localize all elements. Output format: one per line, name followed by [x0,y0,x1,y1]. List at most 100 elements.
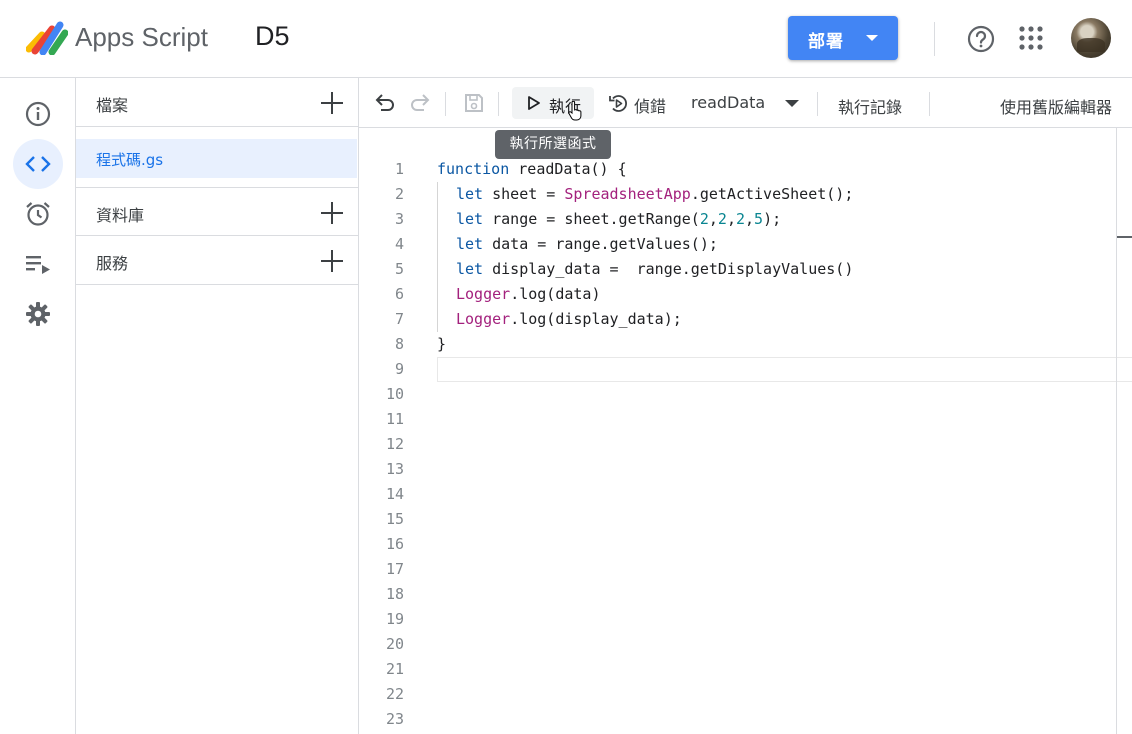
left-nav-rail [0,78,76,734]
line-number: 16 [385,535,404,553]
code-line[interactable] [437,357,1132,382]
line-number: 14 [385,485,404,503]
line-number: 4 [394,235,404,253]
function-select-value: readData [691,93,766,112]
code-token: data = range.getValues(); [483,235,718,253]
line-number: 18 [385,585,404,603]
info-icon [25,101,51,127]
libraries-section-header: 資料庫 [76,187,358,236]
line-number: 2 [394,185,404,203]
overview-nav-button[interactable] [13,89,63,139]
toolbar-divider [929,92,930,116]
line-number: 7 [394,310,404,328]
line-number: 8 [394,335,404,353]
code-token: function [437,160,510,178]
caret-down-icon [785,100,799,107]
line-number: 21 [385,660,404,678]
google-apps-grid-icon[interactable] [1019,26,1043,50]
apps-script-logo-icon[interactable] [26,19,68,55]
code-token: display_data = range.getDisplayValues() [483,260,854,278]
line-number: 3 [394,210,404,228]
triggers-nav-button[interactable] [13,189,63,239]
execution-log-button[interactable]: 執行記錄 [838,94,902,118]
code-token: ); [763,210,782,228]
add-service-plus-icon[interactable] [319,248,345,274]
gear-icon [26,302,50,326]
code-token: , [726,210,736,228]
playlist-play-icon [26,256,50,274]
code-token: .log(data) [510,285,601,303]
debug-button[interactable]: 偵錯 [605,87,673,119]
files-panel: 檔案 程式碼.gs 資料庫 服務 [76,78,359,734]
line-number: 20 [385,635,404,653]
redo-icon[interactable] [409,92,431,114]
code-token: , [745,210,755,228]
code-token: 5 [754,210,764,228]
code-token: range = sheet.getRange( [483,210,700,228]
function-select-dropdown[interactable]: readData [685,87,807,119]
code-token: let [456,185,484,203]
line-number: 6 [394,285,404,303]
file-item-code-gs[interactable]: 程式碼.gs [76,139,357,178]
overview-ruler-marker [1117,236,1132,238]
code-token: 2 [717,210,727,228]
help-icon[interactable] [966,24,996,54]
code-token: 2 [699,210,709,228]
deploy-button[interactable]: 部署 [788,16,898,60]
line-number: 13 [385,460,404,478]
code-line[interactable]: let range = sheet.getRange(2,2,2,5); [437,207,1132,232]
code-token: let [456,235,484,253]
app-header: Apps Script D5 部署 [0,0,1132,78]
executions-nav-button[interactable] [13,239,63,289]
code-token: Logger [456,285,511,303]
hand-pointer-cursor-icon [568,101,582,121]
files-section-header: 檔案 [76,78,358,127]
editor-toolbar: 執行 偵錯 readData 執行記錄 使用舊版編輯器 [359,78,1132,128]
editor-scrollbar-track[interactable] [1116,128,1117,734]
code-token: readData() { [509,160,627,178]
debug-icon [609,95,627,112]
files-section-title: 檔案 [96,96,129,115]
line-number: 22 [385,685,404,703]
line-number: 9 [394,360,404,378]
code-line[interactable]: let display_data = range.getDisplayValue… [437,257,1132,282]
settings-nav-button[interactable] [13,289,63,339]
code-token: .log(display_data); [510,310,682,328]
code-token: } [437,335,447,353]
run-tooltip: 執行所選函式 [495,130,611,159]
code-brackets-icon [25,156,51,172]
line-number: 23 [385,710,404,728]
line-number-gutter: 1 2 3 4 5 6 7 8 9 10 11 12 13 14 15 16 17 18 19 20 21 22 23 [359,157,404,732]
code-area[interactable]: function readData() {let sheet = Spreads… [437,157,1132,382]
app-name: Apps Script [75,22,208,52]
line-number: 12 [385,435,404,453]
code-line[interactable]: let data = range.getValues(); [437,232,1132,257]
undo-icon[interactable] [374,92,396,114]
save-icon[interactable] [463,92,485,114]
toolbar-divider [498,92,499,116]
code-token: , [708,210,718,228]
code-line[interactable]: Logger.log(data) [437,282,1132,307]
code-line[interactable]: let sheet = SpreadsheetApp.getActiveShee… [437,182,1132,207]
code-line[interactable]: } [437,332,1132,357]
libraries-section-title: 資料庫 [96,206,145,225]
editor-nav-button[interactable] [13,139,63,189]
code-token: sheet = [483,185,565,203]
code-token: let [456,210,484,228]
services-section-header: 服務 [76,236,358,285]
account-avatar[interactable] [1071,18,1111,58]
code-line[interactable]: Logger.log(display_data); [437,307,1132,332]
header-divider [934,22,935,56]
add-library-plus-icon[interactable] [319,200,345,226]
legacy-editor-button[interactable]: 使用舊版編輯器 [1000,94,1112,118]
code-token: let [456,260,484,278]
line-number: 5 [394,260,404,278]
code-token: SpreadsheetApp [564,185,691,203]
code-line[interactable]: function readData() { [437,157,1132,182]
project-name[interactable]: D5 [255,21,290,52]
line-number: 11 [385,410,404,428]
code-editor[interactable]: 1 2 3 4 5 6 7 8 9 10 11 12 13 14 15 16 17 18 19 20 21 22 23 fu… [359,128,1132,734]
code-token: Logger [456,310,511,328]
line-number: 15 [385,510,404,528]
add-file-plus-icon[interactable] [319,90,345,116]
